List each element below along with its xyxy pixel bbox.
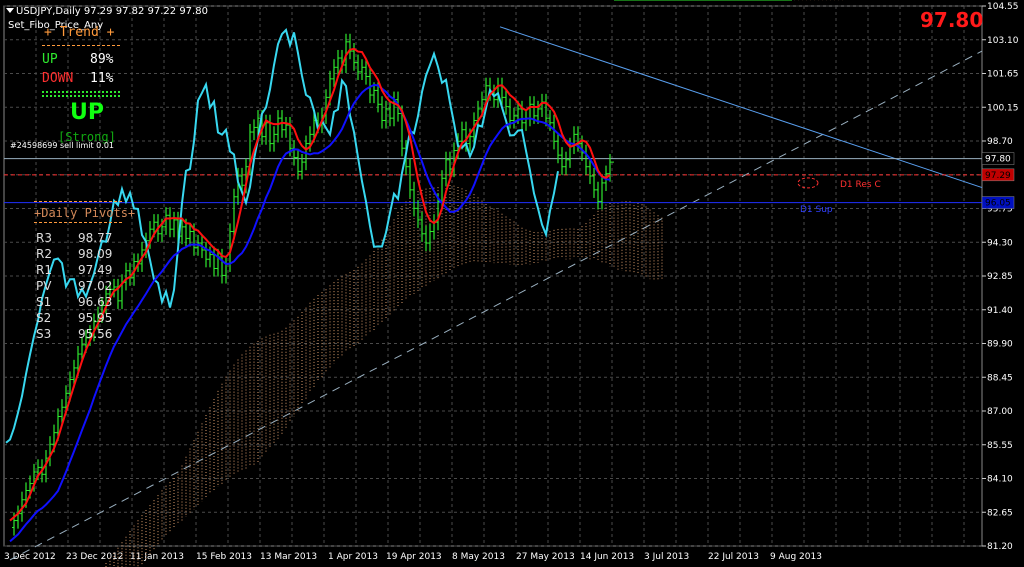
y-tick-label: 87.00 [987, 407, 1013, 417]
y-tick-label: 94.30 [987, 238, 1013, 248]
y-tick-label: 100.15 [987, 103, 1019, 113]
y-tick-label: 103.10 [987, 36, 1019, 46]
x-tick-label: 27 May 2013 [516, 552, 575, 562]
trend-signal: UP [70, 100, 104, 125]
trend-title: + Trend + [44, 25, 115, 40]
y-tick-label: 84.10 [987, 475, 1013, 485]
x-tick-label: 14 Jun 2013 [580, 552, 634, 562]
pivots-title: +Daily Pivots+ [34, 206, 136, 220]
current-price-big: 97.80 [920, 8, 984, 32]
y-tick-label: 101.65 [987, 70, 1019, 80]
trend-down-label: DOWN [42, 71, 74, 86]
resistance-label: D1 Res C [840, 180, 881, 190]
divider [42, 91, 120, 93]
price-chart: 104.55103.10101.65100.1598.7097.2595.759… [3, 0, 1019, 567]
y-tick-label: 98.70 [987, 137, 1013, 147]
x-tick-label: 22 Jul 2013 [708, 552, 759, 562]
resistance-marker [797, 177, 819, 189]
y-tick-label: 91.40 [987, 306, 1013, 316]
dropdown-triangle-icon[interactable] [6, 8, 14, 13]
pivot-row-r3: R3 98.77 [36, 231, 113, 245]
pivot-row-pv: PV 97.02 [36, 279, 113, 293]
x-tick-label: 3 Dec 2012 [4, 552, 56, 562]
y-tick-label: 104.55 [987, 2, 1019, 12]
support-label: D1 Sup [800, 205, 833, 215]
y-tick-label: 92.85 [987, 272, 1013, 282]
pivot-row-s3: S3 95.56 [36, 327, 113, 341]
y-tick-label: 85.55 [987, 441, 1013, 451]
trend-up-value: 89% [90, 52, 114, 67]
symbol-info: USDJPY,Daily 97.29 97.82 97.22 97.80 [16, 6, 208, 17]
x-tick-label: 9 Aug 2013 [770, 552, 822, 562]
rising-trendline [9, 50, 983, 561]
divider [34, 222, 122, 223]
falling-trendline [499, 26, 983, 189]
divider [42, 45, 120, 46]
divider [42, 95, 120, 97]
trend-up-label: UP [42, 52, 58, 67]
pivot-row-s2: S2 95.95 [36, 311, 113, 325]
x-tick-label: 8 May 2013 [452, 552, 505, 562]
price-tag-label: 96.05 [985, 199, 1011, 209]
pivot-row-r2: R2 98.09 [36, 247, 113, 261]
y-tick-label: 88.45 [987, 373, 1013, 383]
price-tag-label: 97.29 [985, 171, 1011, 181]
x-tick-label: 13 Mar 2013 [260, 552, 317, 562]
x-tick-label: 19 Apr 2013 [386, 552, 442, 562]
pivot-row-r1: R1 97.49 [36, 263, 113, 277]
price-tag-label: 97.80 [985, 155, 1011, 165]
chart-area: 104.55103.10101.65100.1598.7097.2595.759… [0, 0, 1024, 567]
x-tick-label: 3 Jul 2013 [644, 552, 689, 562]
x-tick-label: 23 Dec 2012 [66, 552, 124, 562]
y-tick-label: 89.90 [987, 340, 1013, 350]
trend-down-value: 11% [90, 71, 114, 86]
x-tick-label: 15 Feb 2013 [196, 552, 252, 562]
divider [34, 201, 122, 202]
order-note: #24598699 sell limit 0.01 [10, 141, 114, 150]
y-tick-label: 82.65 [987, 508, 1013, 518]
pivot-row-s1: S1 96.63 [36, 295, 113, 309]
y-tick-label: 81.20 [987, 542, 1013, 552]
x-tick-label: 1 Apr 2013 [328, 552, 378, 562]
